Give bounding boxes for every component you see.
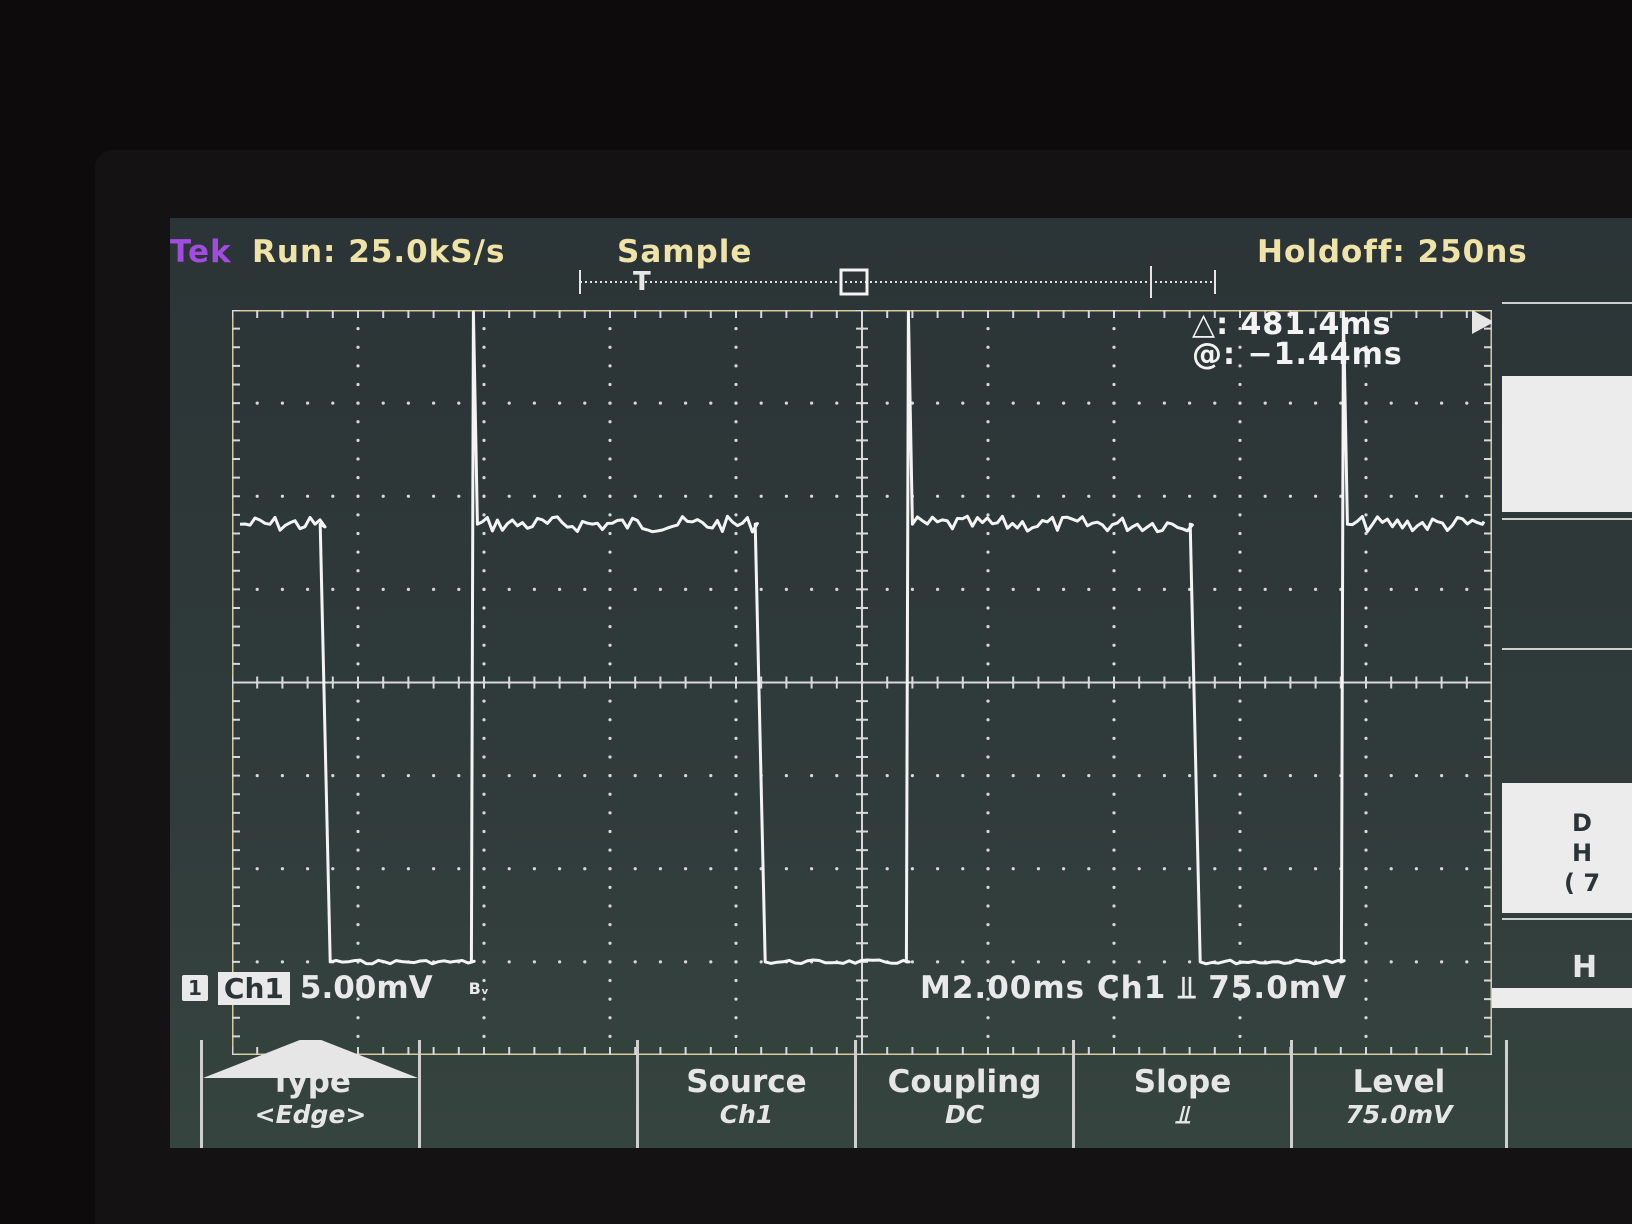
selected-tab-indicator <box>203 1040 418 1078</box>
side-menu-slot-4[interactable] <box>1502 648 1632 780</box>
ch1-label: Ch1 <box>217 971 290 1005</box>
grid-lines <box>232 310 1492 1055</box>
menu-level-button[interactable]: Level 75.0mV <box>1290 1040 1508 1148</box>
record-position-bar[interactable]: T <box>575 264 1220 300</box>
waveform-display <box>232 310 1492 1055</box>
channel-readout: 1 Ch1 5.00mV Bᵥ <box>182 970 489 1006</box>
trigger-level-marker <box>1472 310 1492 334</box>
bandwidth-limit-icon: Bᵥ <box>468 978 489 998</box>
bottom-menu: Type <Edge> Source Ch1 Coupling DC Slope… <box>200 1040 1600 1148</box>
holdoff-readout: Holdoff: 250ns <box>1257 234 1528 270</box>
waveform-graticule <box>232 310 1492 1055</box>
side-menu-text-4: H <box>1572 950 1598 985</box>
side-menu-slot-3[interactable] <box>1502 518 1632 650</box>
cursor-readout: △: 481.4ms @: −1.44ms <box>1192 310 1403 370</box>
menu-coupling-button[interactable]: Coupling DC <box>854 1040 1072 1148</box>
menu-source-button[interactable]: Source Ch1 <box>636 1040 854 1148</box>
ch1-ground-marker[interactable]: 1 <box>182 975 208 1001</box>
side-menu-text-1: D <box>1572 809 1592 837</box>
tek-logo: Tek <box>170 234 232 270</box>
timebase-trigger-readout: M2.00ms Ch1 ⫫ 75.0mV <box>920 970 1348 1006</box>
cursor-delta: △: 481.4ms <box>1192 307 1392 342</box>
side-menu-text-2: H <box>1572 839 1593 867</box>
side-menu-slot-6[interactable] <box>1502 918 1632 1040</box>
menu-blank-button[interactable] <box>418 1040 636 1148</box>
view-window-icon <box>839 268 869 296</box>
cursor-position: @: −1.44ms <box>1192 337 1403 372</box>
menu-type-button[interactable]: Type <Edge> <box>200 1040 418 1148</box>
ch1-scale: 5.00mV <box>299 970 433 1006</box>
trigger-position-icon: T <box>633 267 651 297</box>
scope-screen: Tek Run: 25.0kS/s Sample Holdoff: 250ns … <box>170 218 1632 1148</box>
menu-slope-button[interactable]: Slope ⫫ <box>1072 1040 1290 1148</box>
brand-label: Tek <box>170 234 232 270</box>
side-menu-text-3: ( 7 <box>1564 869 1601 897</box>
side-menu-slot-1[interactable] <box>1502 302 1632 374</box>
side-menu-slot-2[interactable] <box>1502 376 1632 512</box>
side-menu-value-box <box>1492 988 1632 1008</box>
run-status: Run: 25.0kS/s <box>252 234 506 270</box>
